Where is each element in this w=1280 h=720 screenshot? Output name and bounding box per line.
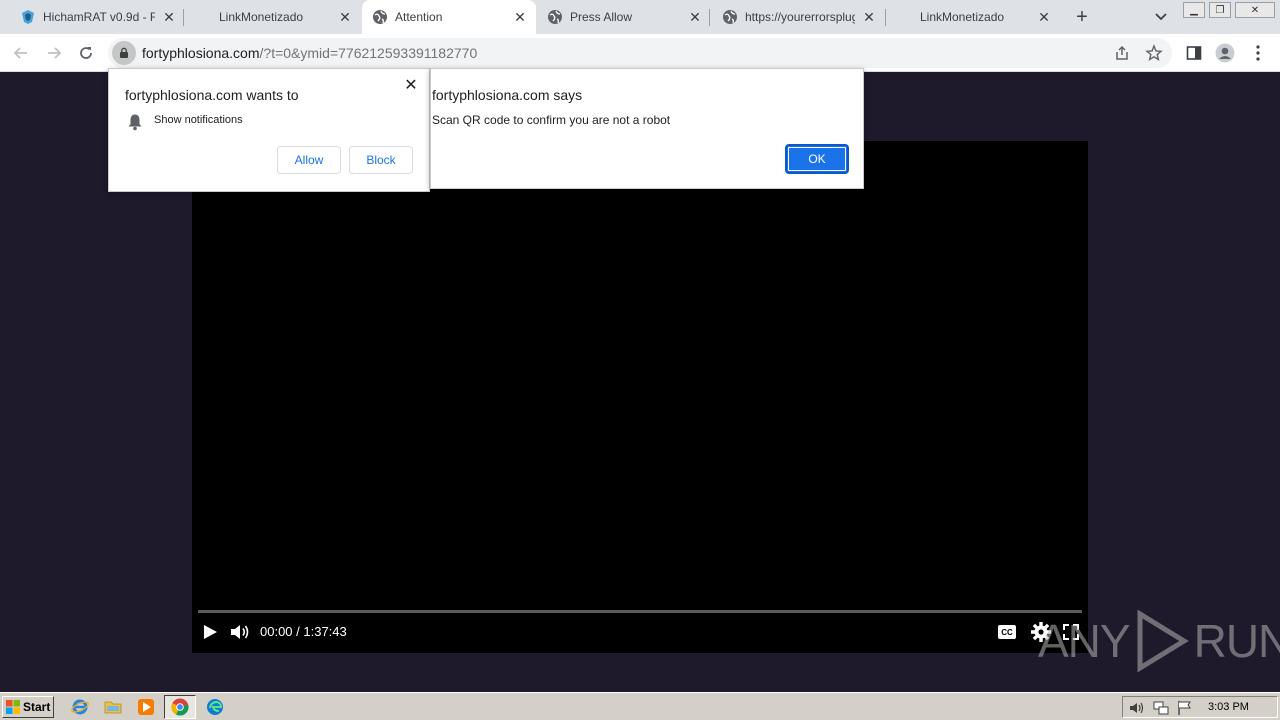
address-bar[interactable]: fortyphlosiona.com/?t=0&ymid=77621259339… bbox=[108, 38, 1172, 68]
tab-title: https://yourerrorsplugin bbox=[745, 10, 855, 24]
play-icon[interactable] bbox=[202, 624, 218, 645]
rat-icon bbox=[20, 9, 36, 25]
watermark-left: ANY bbox=[1038, 615, 1131, 667]
permission-item-label: Show notifications bbox=[154, 114, 243, 126]
system-clock[interactable]: 3:03 PM bbox=[1208, 701, 1249, 713]
tab-linkmonetizado[interactable]: LinkMonetizado ✕ bbox=[184, 0, 360, 34]
video-player[interactable]: 00:00 / 1:37:43 CC bbox=[192, 141, 1088, 653]
flag-icon[interactable] bbox=[1176, 699, 1194, 717]
url-text[interactable]: fortyphlosiona.com/?t=0&ymid=77621259339… bbox=[142, 45, 477, 61]
globe-icon bbox=[372, 9, 388, 25]
tab-press-allow[interactable]: Press Allow ✕ bbox=[536, 0, 710, 34]
tab-title: LinkMonetizado bbox=[219, 10, 304, 24]
tab-title: HichamRAT v0.9d - FUD bbox=[43, 10, 155, 24]
forward-button[interactable] bbox=[43, 42, 65, 64]
media-player-icon[interactable] bbox=[137, 698, 155, 716]
close-icon[interactable]: ✕ bbox=[403, 77, 419, 94]
reload-icon bbox=[80, 47, 92, 59]
js-alert-dialog: fortyphlosiona.com says Scan QR code to … bbox=[430, 68, 864, 189]
close-icon[interactable]: ✕ bbox=[337, 9, 353, 25]
start-button[interactable]: Start bbox=[2, 696, 54, 718]
bookmark-star-icon[interactable] bbox=[1144, 43, 1164, 63]
play-logo-icon bbox=[1137, 610, 1189, 672]
tab-attention[interactable]: Attention ✕ bbox=[362, 0, 536, 34]
reload-button[interactable] bbox=[75, 42, 97, 64]
tab-hichamrat[interactable]: HichamRAT v0.9d - FUD ✕ bbox=[0, 0, 184, 34]
chrome-taskbar-button[interactable] bbox=[164, 695, 196, 719]
alert-heading: fortyphlosiona.com says bbox=[432, 87, 583, 103]
ok-button[interactable]: OK bbox=[785, 144, 849, 174]
kebab-menu-icon[interactable] bbox=[1248, 43, 1268, 63]
tab-strip: HichamRAT v0.9d - FUD ✕ LinkMonetizado ✕… bbox=[0, 0, 1280, 34]
captions-label: CC bbox=[1001, 627, 1013, 637]
tab-title: Attention bbox=[395, 10, 443, 24]
network-icon[interactable] bbox=[1152, 699, 1170, 717]
minimize-button[interactable]: ▁ bbox=[1183, 2, 1205, 18]
globe-icon bbox=[547, 9, 563, 25]
close-icon[interactable]: ✕ bbox=[1036, 9, 1052, 25]
video-progress-bar[interactable] bbox=[198, 610, 1082, 613]
start-label: Start bbox=[23, 700, 51, 714]
share-icon[interactable] bbox=[1112, 43, 1132, 63]
tab-title: Press Allow bbox=[570, 10, 633, 24]
close-window-button[interactable]: ✕ bbox=[1235, 2, 1275, 18]
new-tab-button[interactable]: + bbox=[1072, 6, 1092, 28]
tab-title: LinkMonetizado bbox=[920, 10, 1005, 24]
watermark-right: RUN bbox=[1193, 615, 1280, 667]
url-host: fortyphlosiona.com bbox=[142, 45, 260, 61]
chrome-icon bbox=[171, 698, 189, 716]
block-button[interactable]: Block bbox=[349, 146, 413, 174]
close-icon[interactable]: ✕ bbox=[161, 9, 177, 25]
captions-icon[interactable]: CC bbox=[998, 625, 1016, 639]
lock-icon[interactable] bbox=[112, 41, 136, 65]
alert-message: Scan QR code to confirm you are not a ro… bbox=[432, 113, 671, 127]
close-icon[interactable]: ✕ bbox=[861, 9, 877, 25]
bell-icon bbox=[127, 113, 143, 131]
close-icon[interactable]: ✕ bbox=[512, 9, 528, 25]
url-path: /?t=0&ymid=776212593391182770 bbox=[259, 45, 478, 61]
globe-icon bbox=[722, 9, 738, 25]
chevron-down-icon[interactable] bbox=[1152, 8, 1170, 26]
profile-avatar-icon[interactable] bbox=[1215, 43, 1235, 63]
browser-toolbar: fortyphlosiona.com/?t=0&ymid=77621259339… bbox=[0, 34, 1280, 72]
tab-linkmonetizado-2[interactable]: LinkMonetizado ✕ bbox=[886, 0, 1062, 34]
taskbar: Start 3:03 PM bbox=[0, 692, 1280, 720]
internet-explorer-icon[interactable] bbox=[71, 698, 89, 716]
allow-button[interactable]: Allow bbox=[277, 146, 341, 174]
video-time: 00:00 / 1:37:43 bbox=[260, 624, 347, 639]
restore-button[interactable]: ❐ bbox=[1209, 2, 1231, 18]
edge-icon[interactable] bbox=[206, 698, 224, 716]
speaker-icon[interactable] bbox=[1128, 699, 1146, 717]
file-explorer-icon[interactable] bbox=[104, 698, 122, 716]
volume-icon[interactable] bbox=[230, 623, 250, 646]
tab-yourerrorsplugin[interactable]: https://yourerrorsplugin ✕ bbox=[710, 0, 886, 34]
windows-flag-icon bbox=[6, 700, 20, 714]
permission-heading: fortyphlosiona.com wants to bbox=[125, 87, 299, 103]
arrow-left-icon bbox=[13, 47, 27, 59]
back-button[interactable] bbox=[10, 42, 32, 64]
arrow-right-icon bbox=[48, 47, 62, 59]
anyrun-watermark: ANY RUN bbox=[1038, 610, 1280, 672]
side-panel-icon[interactable] bbox=[1184, 43, 1204, 63]
notification-permission-prompt: fortyphlosiona.com wants to ✕ Show notif… bbox=[108, 68, 430, 192]
close-icon[interactable]: ✕ bbox=[687, 9, 703, 25]
system-tray bbox=[1122, 696, 1278, 718]
